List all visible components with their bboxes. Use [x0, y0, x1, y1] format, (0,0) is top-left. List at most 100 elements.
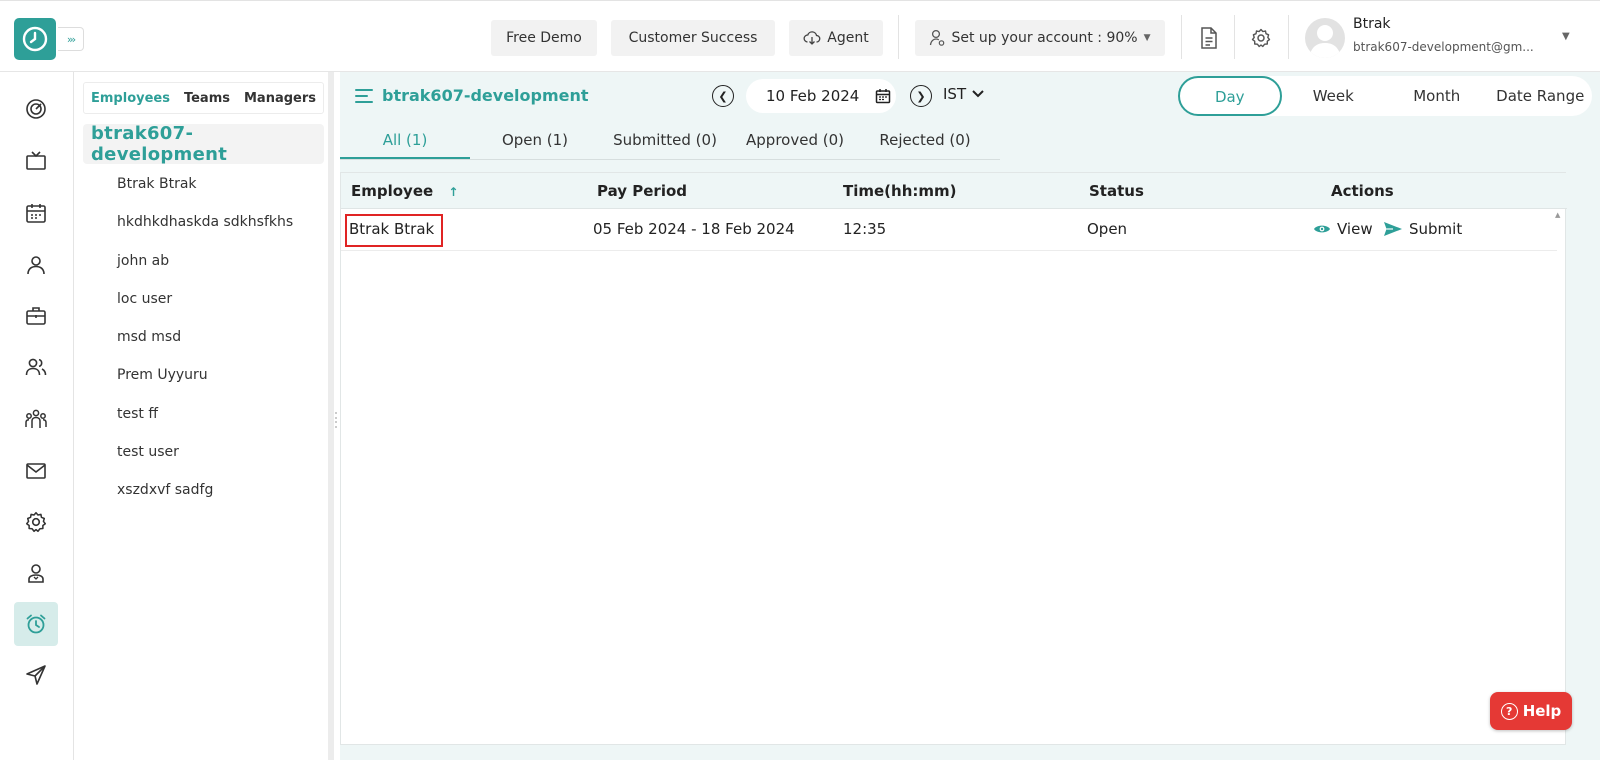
tab-rejected[interactable]: Rejected (0) — [860, 120, 990, 159]
customer-success-label: Customer Success — [628, 30, 758, 46]
document-icon[interactable] — [1196, 25, 1222, 51]
list-item[interactable]: hkdhkdhaskda sdkhsfkhs — [117, 211, 293, 249]
timezone-label: IST — [943, 85, 967, 103]
header-divider — [898, 15, 899, 59]
calendar-icon[interactable] — [14, 191, 58, 235]
mail-icon[interactable] — [14, 449, 58, 493]
next-date-chevron-icon[interactable]: ❯ — [910, 85, 932, 107]
tab-submitted[interactable]: Submitted (0) — [600, 120, 730, 159]
submit-action-button[interactable]: Submit — [1383, 220, 1462, 238]
header-divider — [1288, 15, 1289, 59]
directory-panel: Employees Teams Managers btrak607-develo… — [74, 72, 334, 760]
column-time[interactable]: Time(hh:mm) — [843, 182, 957, 200]
setup-account-label: Set up your account : 90% — [951, 30, 1138, 46]
left-nav-rail — [0, 72, 74, 760]
user-setup-icon — [930, 29, 945, 46]
workspace-title[interactable]: btrak607-development — [354, 86, 589, 105]
range-date-range-button[interactable]: Date Range — [1489, 87, 1593, 105]
list-item[interactable]: Btrak Btrak — [117, 173, 293, 211]
header-divider — [1181, 15, 1182, 59]
view-action-button[interactable]: View — [1313, 220, 1373, 238]
column-employee-label: Employee — [351, 182, 434, 200]
user-email[interactable]: btrak607-development@gm... — [1353, 40, 1543, 54]
directory-tabs: Employees Teams Managers — [83, 82, 324, 114]
agent-label: Agent — [827, 30, 869, 46]
list-item[interactable]: loc user — [117, 288, 293, 326]
settings-icon[interactable] — [14, 500, 58, 544]
date-range-selector: Day Week Month Date Range — [1178, 76, 1592, 116]
cloud-download-icon — [803, 31, 821, 45]
user-menu-caret-icon[interactable]: ▼ — [1562, 31, 1570, 42]
list-item[interactable]: Prem Uyyuru — [117, 364, 293, 402]
free-demo-button[interactable]: Free Demo — [491, 20, 597, 56]
tab-open[interactable]: Open (1) — [470, 120, 600, 159]
briefcase-icon[interactable] — [14, 294, 58, 338]
agent-button[interactable]: Agent — [789, 20, 883, 56]
list-item[interactable]: test ff — [117, 403, 293, 441]
table-row[interactable]: Btrak Btrak 05 Feb 2024 - 18 Feb 2024 12… — [341, 209, 1557, 251]
table-header: Employee ↑ Pay Period Time(hh:mm) Status… — [341, 173, 1567, 209]
calendar-icon[interactable] — [875, 88, 891, 104]
menu-lines-icon — [355, 88, 373, 103]
cell-time: 12:35 — [843, 220, 887, 238]
column-employee[interactable]: Employee ↑ — [351, 182, 458, 200]
expand-sidebar-chevrons-icon[interactable]: ››› — [58, 27, 84, 51]
team-icon[interactable] — [14, 397, 58, 441]
panel-resize-handle[interactable] — [334, 412, 338, 428]
profile-icon[interactable] — [14, 551, 58, 595]
tab-teams[interactable]: Teams — [184, 91, 230, 106]
employee-list: Btrak Btrak hkdhkdhaskda sdkhsfkhs john … — [117, 173, 293, 518]
header-divider — [1234, 15, 1235, 59]
list-item[interactable]: xszdxvf sadfg — [117, 479, 293, 517]
send-icon — [1384, 222, 1402, 236]
submit-label: Submit — [1409, 220, 1463, 238]
range-day-button[interactable]: Day — [1178, 76, 1282, 116]
range-week-button[interactable]: Week — [1282, 87, 1386, 105]
settings-gear-icon[interactable] — [1248, 25, 1274, 51]
help-button[interactable]: ? Help — [1490, 692, 1572, 730]
selected-date: 10 Feb 2024 — [766, 87, 860, 105]
cell-pay-period: 05 Feb 2024 - 18 Feb 2024 — [593, 220, 795, 238]
caret-down-icon: ▼ — [1143, 33, 1151, 43]
prev-date-chevron-icon[interactable]: ❮ — [712, 85, 734, 107]
eye-icon — [1314, 225, 1330, 233]
chevron-down-icon — [972, 90, 984, 98]
directory-group-title[interactable]: btrak607-development — [83, 123, 324, 165]
user-name[interactable]: Btrak — [1353, 16, 1391, 32]
help-question-icon: ? — [1500, 702, 1518, 720]
dashboard-icon[interactable] — [14, 87, 58, 131]
column-status[interactable]: Status — [1089, 182, 1144, 200]
app-logo-clock-icon[interactable] — [14, 18, 56, 60]
workspace-title-label: btrak607-development — [382, 86, 589, 105]
column-actions: Actions — [1331, 182, 1394, 200]
alarm-clock-icon[interactable] — [14, 602, 58, 646]
cell-status: Open — [1087, 220, 1128, 238]
main-content: btrak607-development ❮ 10 Feb 2024 ❯ IST… — [340, 72, 1600, 760]
timesheet-table: Employee ↑ Pay Period Time(hh:mm) Status… — [340, 172, 1567, 745]
users-icon[interactable] — [14, 345, 58, 389]
help-label: Help — [1522, 702, 1562, 720]
date-picker[interactable]: 10 Feb 2024 — [746, 79, 896, 113]
list-item[interactable]: john ab — [117, 250, 293, 288]
view-label: View — [1337, 220, 1373, 238]
send-icon[interactable] — [14, 653, 58, 697]
sort-ascending-arrow-icon[interactable]: ↑ — [448, 185, 458, 199]
tab-managers[interactable]: Managers — [244, 91, 316, 106]
tv-icon[interactable] — [14, 139, 58, 183]
top-header: ››› Free Demo Customer Success Agent Set… — [0, 0, 1600, 72]
column-pay-period[interactable]: Pay Period — [597, 182, 687, 200]
tab-all[interactable]: All (1) — [340, 120, 470, 159]
range-month-button[interactable]: Month — [1385, 87, 1489, 105]
free-demo-label: Free Demo — [506, 30, 582, 46]
scroll-up-arrow-icon[interactable]: ▲ — [1555, 211, 1560, 219]
tab-employees[interactable]: Employees — [91, 91, 170, 106]
customer-success-button[interactable]: Customer Success — [611, 20, 775, 56]
user-icon[interactable] — [14, 243, 58, 287]
list-item[interactable]: test user — [117, 441, 293, 479]
setup-account-dropdown[interactable]: Set up your account : 90% ▼ — [915, 20, 1165, 56]
list-item[interactable]: msd msd — [117, 326, 293, 364]
cell-employee[interactable]: Btrak Btrak — [349, 220, 434, 238]
timezone-selector[interactable]: IST — [943, 85, 984, 103]
tab-approved[interactable]: Approved (0) — [730, 120, 860, 159]
user-avatar[interactable] — [1305, 18, 1345, 58]
